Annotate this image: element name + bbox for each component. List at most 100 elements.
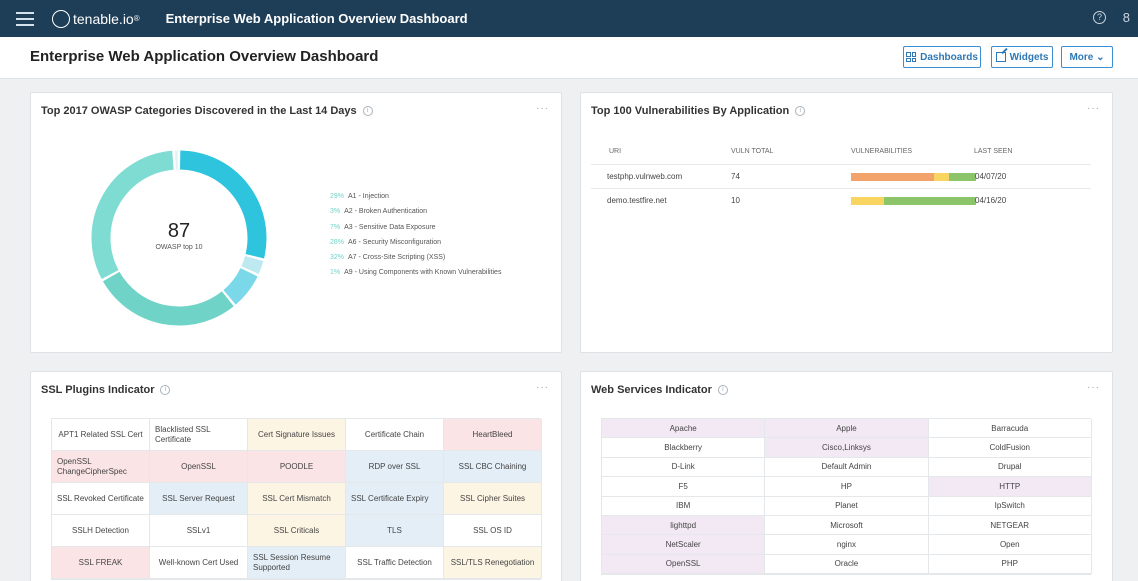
info-icon[interactable]: i [717, 385, 728, 395]
ssl-indicator-cell[interactable]: Blacklisted SSL Certificate [150, 419, 248, 451]
ssl-indicator-cell[interactable]: Well-known Cert Used [150, 547, 248, 579]
severity-medium-segment [851, 197, 884, 205]
ssl-indicator-cell[interactable]: SSL Certificate Expiry [346, 483, 444, 515]
ssl-indicator-cell[interactable]: SSLH Detection [52, 515, 150, 547]
widget-menu-icon[interactable]: ··· [536, 382, 549, 393]
legend-item[interactable]: 29% A1 - Injection [330, 193, 501, 208]
legend-label: A3 - Sensitive Data Exposure [344, 223, 436, 231]
widget-menu-icon[interactable]: ··· [1087, 382, 1100, 393]
table-row[interactable]: testphp.vulnweb.com 74 04/07/20 [591, 164, 1091, 188]
ssl-indicator-cell[interactable]: HeartBleed [444, 419, 542, 451]
ssl-indicator-cell[interactable]: Certificate Chain [346, 419, 444, 451]
web-service-cell[interactable]: ColdFusion [928, 438, 1092, 458]
web-service-cell[interactable]: IBM [602, 496, 766, 516]
donut-slice-5[interactable] [91, 150, 174, 279]
legend-label: A2 - Broken Authentication [344, 208, 428, 216]
ssl-indicator-cell[interactable]: SSL OS ID [444, 515, 542, 547]
table-row[interactable]: demo.testfire.net 10 04/16/20 [591, 188, 1091, 212]
ssl-indicator-cell[interactable]: TLS [346, 515, 444, 547]
ssl-indicator-cell[interactable]: SSL Cipher Suites [444, 483, 542, 515]
row-vuln-total: 10 [731, 196, 740, 205]
ssl-indicator-cell[interactable]: SSLv1 [150, 515, 248, 547]
ssl-indicator-cell[interactable]: Cert Signature Issues [248, 419, 346, 451]
row-last-seen: 04/07/20 [975, 172, 1007, 181]
legend-pct: 29% [330, 193, 345, 200]
web-service-cell[interactable]: HP [765, 477, 929, 497]
web-service-cell[interactable]: NETGEAR [928, 515, 1092, 536]
more-button[interactable]: More ⌄ [1061, 46, 1113, 68]
severity-low-segment [948, 173, 976, 181]
legend-item[interactable]: 1% A9 - Using Components with Known Vulne… [330, 269, 501, 284]
ssl-indicator-cell[interactable]: POODLE [248, 451, 346, 483]
web-service-cell[interactable]: Open [928, 535, 1092, 555]
web-service-cell[interactable]: IpSwitch [928, 496, 1092, 516]
info-icon[interactable]: i [160, 385, 171, 395]
web-service-cell[interactable]: Blackberry [602, 438, 766, 458]
web-service-cell[interactable]: Apple [765, 419, 929, 439]
ssl-indicator-cell[interactable]: OpenSSL [150, 451, 248, 483]
web-service-cell[interactable]: HTTP [928, 477, 1092, 497]
web-service-cell[interactable]: Drupal [928, 457, 1092, 478]
info-icon[interactable]: i [795, 106, 806, 116]
dashboards-button-label: Dashboards [920, 51, 978, 63]
owasp-title-text: Top 2017 OWASP Categories Discovered in … [41, 105, 357, 117]
donut-total: 87 [167, 220, 191, 242]
legend-item[interactable]: 32% A7 - Cross-Site Scripting (XSS) [330, 254, 501, 269]
widgets-button[interactable]: Widgets [991, 46, 1053, 68]
donut-slice-4[interactable] [102, 271, 234, 326]
severity-high-segment [851, 173, 934, 181]
ssl-indicator-cell[interactable]: OpenSSL ChangeCipherSpec [52, 451, 150, 483]
ssl-indicator-cell[interactable]: SSL Traffic Detection [346, 547, 444, 579]
hamburger-menu-icon[interactable] [16, 11, 34, 26]
vulnerability-severity-bar[interactable] [851, 197, 976, 205]
column-header-vuln-total[interactable]: VULN TOTAL [731, 148, 773, 155]
row-uri[interactable]: testphp.vulnweb.com [607, 172, 682, 181]
page-title: Enterprise Web Application Overview Dash… [30, 48, 379, 65]
ssl-indicator-cell[interactable]: SSL Cert Mismatch [248, 483, 346, 515]
ssl-indicator-cell[interactable]: SSL Server Request [150, 483, 248, 515]
donut-slice-3[interactable] [223, 267, 258, 305]
web-service-cell[interactable]: F5 [602, 477, 766, 497]
web-service-cell[interactable]: nginx [765, 535, 929, 555]
ssl-indicator-cell[interactable]: SSL/TLS Renegotiation [444, 547, 542, 579]
owasp-widget: Top 2017 OWASP Categories Discovered in … [30, 92, 562, 353]
web-service-cell[interactable]: Default Admin [765, 457, 929, 478]
ssl-indicator-cell[interactable]: APT1 Related SSL Cert [52, 419, 150, 451]
web-service-cell[interactable]: OpenSSL [602, 554, 766, 575]
web-service-cell[interactable]: Apache [602, 419, 766, 439]
info-icon[interactable]: i [362, 106, 373, 116]
help-icon[interactable]: ? [1093, 11, 1106, 24]
owasp-donut-chart[interactable]: 87 OWASP top 10 [89, 148, 269, 328]
dashboards-button[interactable]: Dashboards [903, 46, 981, 68]
ssl-indicator-cell[interactable]: SSL Revoked Certificate [52, 483, 150, 515]
web-service-cell[interactable]: NetScaler [602, 535, 766, 555]
ssl-indicator-cell[interactable]: SSL CBC Chaining [444, 451, 542, 483]
ssl-indicator-cell[interactable]: SSL FREAK [52, 547, 150, 579]
legend-item[interactable]: 7% A3 - Sensitive Data Exposure [330, 224, 501, 239]
legend-item[interactable]: 28% A6 - Security Misconfiguration [330, 239, 501, 254]
column-header-uri[interactable]: URI [609, 148, 621, 155]
web-service-cell[interactable]: D-Link [602, 457, 766, 478]
widget-menu-icon[interactable]: ··· [1087, 103, 1100, 114]
tenable-logo[interactable]: tenable.io ® [52, 9, 140, 28]
web-service-cell[interactable]: Oracle [765, 554, 929, 575]
web-service-cell[interactable]: Microsoft [765, 515, 929, 536]
top-navigation-bar: tenable.io ® Enterprise Web Application O… [0, 0, 1138, 37]
column-header-last-seen[interactable]: LAST SEEN [974, 148, 1012, 155]
row-uri[interactable]: demo.testfire.net [607, 196, 667, 205]
web-service-cell[interactable]: PHP [928, 554, 1092, 575]
web-service-cell[interactable]: Barracuda [928, 419, 1092, 439]
donut-slice-2[interactable] [241, 255, 264, 275]
ssl-indicator-cell[interactable]: RDP over SSL [346, 451, 444, 483]
user-icon[interactable]: 8 [1123, 10, 1130, 25]
legend-pct: 28% [330, 238, 345, 246]
column-header-vulnerabilities[interactable]: VULNERABILITIES [851, 148, 912, 155]
widget-menu-icon[interactable]: ··· [536, 103, 549, 114]
legend-item[interactable]: 3% A2 - Broken Authentication [330, 208, 501, 223]
vulnerability-severity-bar[interactable] [851, 173, 976, 181]
ssl-indicator-cell[interactable]: SSL Session Resume Supported [248, 547, 346, 579]
ssl-indicator-cell[interactable]: SSL Criticals [248, 515, 346, 547]
web-service-cell[interactable]: Cisco,Linksys [765, 438, 929, 458]
web-service-cell[interactable]: Planet [765, 496, 929, 516]
web-service-cell[interactable]: lighttpd [602, 515, 766, 536]
